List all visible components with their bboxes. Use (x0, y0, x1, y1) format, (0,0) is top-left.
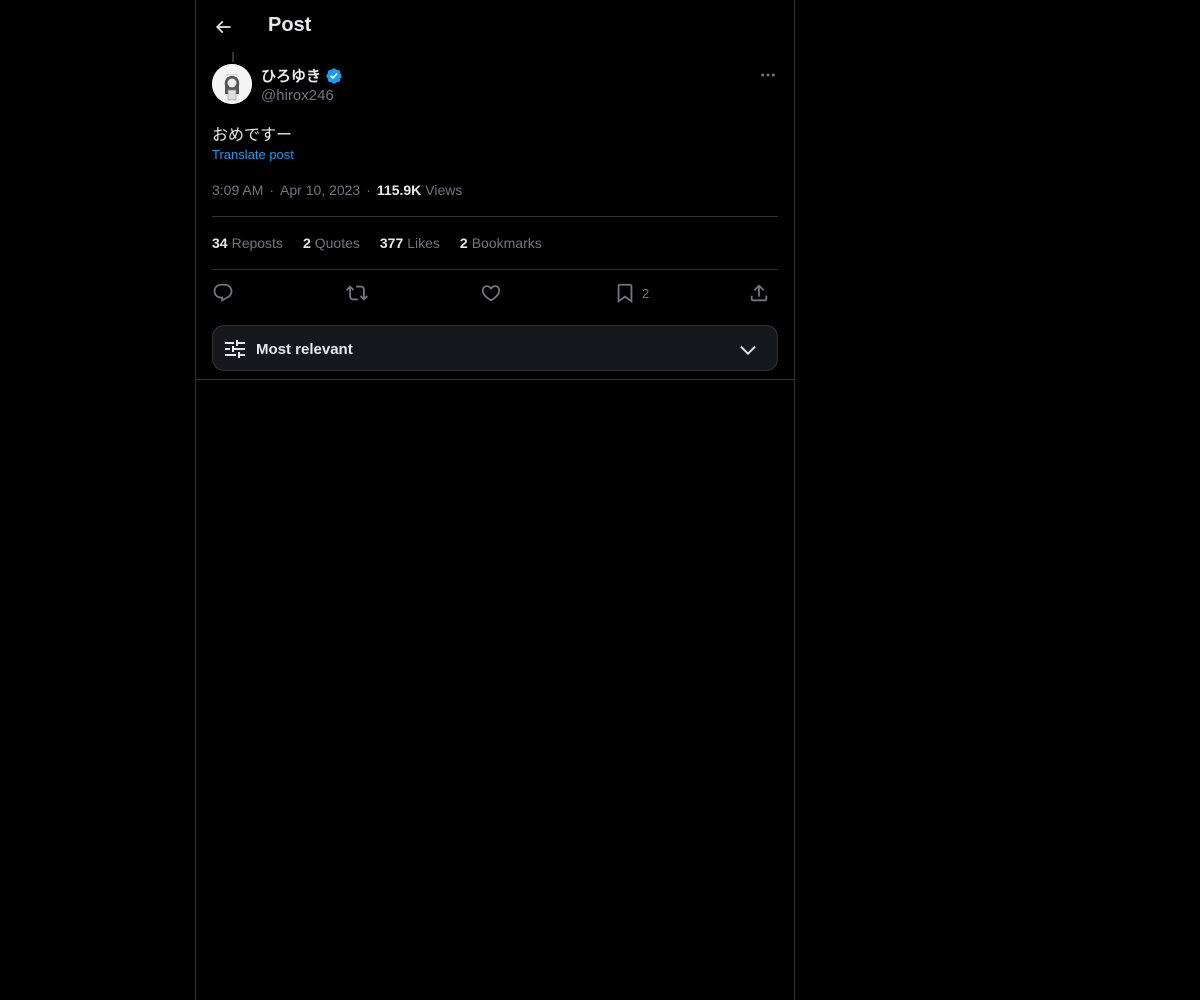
stat-quotes[interactable]: 2 Quotes (303, 235, 360, 251)
main-column: Post ひろゆき @hirox246 おめですー Translate post… (195, 0, 795, 1000)
stat-count: 34 (212, 235, 228, 251)
author-name[interactable]: ひろゆき (261, 65, 343, 86)
author-display-name: ひろゆき (261, 68, 322, 85)
reply-sort-dropdown[interactable]: Most relevant (212, 325, 778, 371)
post-text: おめですー (212, 127, 293, 144)
page-header: Post (196, 0, 794, 53)
post-stats: 34 Reposts 2 Quotes 377 Likes 2 Bookmarks (212, 235, 562, 251)
page-title: Post (268, 14, 312, 36)
stat-label: Quotes (314, 235, 360, 251)
heart-icon (481, 285, 501, 302)
reply-button[interactable] (212, 280, 234, 306)
back-button[interactable] (207, 11, 239, 43)
stat-count: 2 (459, 235, 468, 251)
views-count: 115.9K (376, 182, 422, 198)
translate-post-link[interactable]: Translate post (212, 147, 294, 162)
avatar[interactable] (212, 64, 252, 104)
avatar-illustration (212, 64, 252, 104)
stat-bookmarks[interactable]: 2 Bookmarks (460, 235, 542, 251)
author-handle[interactable]: @hirox246 (261, 87, 334, 104)
post-time[interactable]: 3:09 AM (212, 182, 263, 198)
divider (212, 269, 778, 270)
share-icon (750, 284, 768, 302)
like-button[interactable] (480, 280, 502, 306)
stat-label: Reposts (231, 235, 283, 251)
action-bar: 2 (212, 280, 778, 306)
arrow-left-icon (215, 20, 231, 34)
repost-icon (346, 285, 368, 301)
post-meta: 3:09 AM · Apr 10, 2023 · 115.9K Views (212, 182, 462, 198)
stat-label: Bookmarks (471, 235, 542, 251)
share-button[interactable] (748, 280, 770, 306)
section-divider (196, 379, 794, 380)
bookmark-count: 2 (642, 285, 650, 301)
sliders-icon (225, 340, 245, 358)
more-horizontal-icon (761, 73, 775, 77)
sort-label: Most relevant (256, 341, 353, 358)
repost-button[interactable] (346, 280, 368, 306)
stat-count: 377 (379, 235, 404, 251)
views-label: Views (425, 182, 463, 198)
post-date[interactable]: Apr 10, 2023 (280, 182, 360, 198)
thread-connector-line (232, 52, 234, 62)
stat-reposts[interactable]: 34 Reposts (212, 235, 283, 251)
bookmark-icon (617, 283, 633, 304)
bookmark-button[interactable]: 2 (614, 280, 649, 306)
chevron-down-icon (740, 345, 756, 355)
divider (212, 216, 778, 217)
stat-label: Likes (407, 235, 440, 251)
verified-badge-icon (326, 67, 342, 84)
more-options-button[interactable] (754, 63, 782, 87)
stat-likes[interactable]: 377 Likes (380, 235, 440, 251)
meta-separator: · (269, 182, 275, 198)
stat-count: 2 (302, 235, 311, 251)
reply-icon (213, 283, 233, 302)
meta-separator: · (366, 182, 371, 198)
